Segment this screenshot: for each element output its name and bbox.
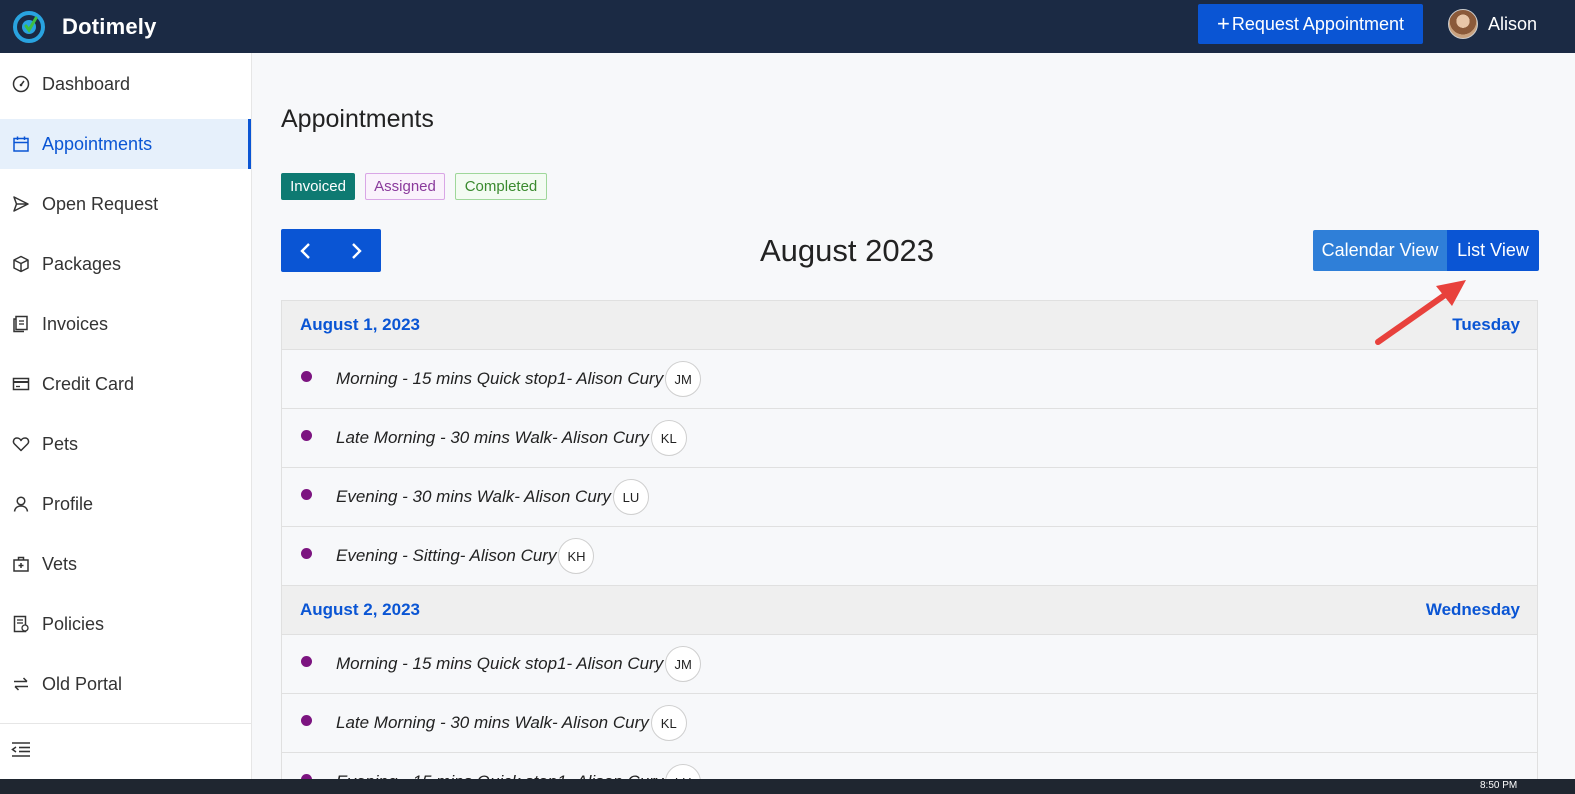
day-header: August 2, 2023 Wednesday: [282, 586, 1537, 635]
status-dot: [301, 715, 312, 726]
user-menu[interactable]: Alison: [1448, 9, 1537, 39]
staff-initials: JM: [665, 646, 702, 682]
page-title: Appointments: [281, 105, 434, 133]
chevron-right-icon: [352, 242, 362, 259]
sidebar-item-label: Old Portal: [42, 673, 123, 694]
annotation-arrow-icon: [1375, 280, 1466, 345]
staff-initials: KL: [650, 705, 687, 741]
appointment-title: Late Morning - 30 mins Walk- Alison Cury: [336, 428, 649, 447]
request-appointment-label: Request Appointment: [1231, 13, 1404, 34]
calendar-view-button[interactable]: Calendar View: [1313, 230, 1447, 271]
invoice-icon: [12, 315, 30, 333]
appointment-list: August 1, 2023 Tuesday Morning - 15 mins…: [281, 300, 1538, 794]
policy-icon: [12, 615, 30, 633]
view-toggle: Calendar View List View: [1313, 230, 1539, 271]
brand[interactable]: Dotimely: [12, 10, 157, 44]
staff-initials: LU: [612, 479, 649, 515]
appointment-title: Late Morning - 30 mins Walk- Alison Cury: [336, 713, 649, 732]
appointment-row[interactable]: Morning - 15 mins Quick stop1- Alison Cu…: [282, 350, 1537, 409]
sidebar-item-label: Open Request: [42, 193, 159, 214]
sidebar-item-open-request[interactable]: Open Request: [0, 179, 251, 229]
list-view-button[interactable]: List View: [1447, 230, 1539, 271]
sidebar-item-label: Invoices: [42, 313, 109, 334]
status-dot: [301, 656, 312, 667]
appointment-title: Evening - 30 mins Walk- Alison Cury: [336, 487, 611, 506]
logo-icon: [13, 10, 45, 43]
sidebar-item-label: Pets: [42, 433, 79, 454]
chevron-left-icon: [300, 242, 310, 259]
collapse-sidebar-icon[interactable]: [10, 739, 32, 759]
legend-assigned: Assigned: [365, 173, 445, 200]
os-taskbar: 8:50 PM: [0, 779, 1575, 794]
staff-initials: KL: [650, 420, 687, 456]
status-dot: [301, 489, 312, 500]
sidebar-item-profile[interactable]: Profile: [0, 479, 251, 529]
status-dot: [301, 430, 312, 441]
sidebar-item-pets[interactable]: Pets: [0, 419, 251, 469]
appointment-title: Evening - Sitting- Alison Cury: [336, 546, 557, 565]
send-icon: [12, 195, 30, 213]
sidebar-item-label: Dashboard: [42, 73, 131, 94]
sidebar-item-label: Profile: [42, 493, 94, 514]
staff-initials: KH: [558, 538, 595, 574]
sidebar-item-credit-card[interactable]: Credit Card: [0, 359, 251, 409]
avatar: [1448, 9, 1478, 39]
sidebar: Dashboard Appointments Open Request Pack…: [0, 53, 252, 779]
user-name: Alison: [1488, 13, 1538, 34]
sidebar-item-policies[interactable]: Policies: [0, 599, 251, 649]
user-icon: [12, 495, 30, 513]
next-month-button[interactable]: [331, 229, 381, 272]
sidebar-item-appointments[interactable]: Appointments: [0, 119, 251, 169]
heart-icon: [12, 435, 30, 453]
medical-bag-icon: [12, 555, 30, 573]
appointment-title: Morning - 15 mins Quick stop1- Alison Cu…: [336, 369, 664, 388]
sidebar-item-old-portal[interactable]: Old Portal: [0, 659, 251, 709]
sidebar-item-packages[interactable]: Packages: [0, 239, 251, 289]
credit-card-icon: [12, 375, 30, 393]
request-appointment-button[interactable]: + Request Appointment: [1198, 4, 1423, 44]
sidebar-item-invoices[interactable]: Invoices: [0, 299, 251, 349]
package-icon: [12, 255, 30, 273]
legend-invoiced: Invoiced: [281, 173, 355, 200]
app-name: Dotimely: [62, 13, 157, 39]
current-month: August 2023: [759, 233, 935, 268]
day-header: August 1, 2023 Tuesday: [282, 301, 1537, 350]
gauge-icon: [12, 75, 30, 93]
status-dot: [301, 548, 312, 559]
sidebar-item-label: Packages: [42, 253, 122, 274]
sidebar-item-label: Vets: [42, 553, 78, 574]
legend-completed: Completed: [455, 173, 547, 200]
status-dot: [301, 371, 312, 382]
taskbar-clock: 8:50 PM: [1480, 780, 1518, 791]
appointment-row[interactable]: Evening - 30 mins Walk- Alison Cury LU: [282, 468, 1537, 527]
sidebar-divider: [0, 723, 251, 724]
top-navbar: Dotimely + Request Appointment Alison: [0, 0, 1575, 53]
day-weekday: Wednesday: [1425, 600, 1520, 619]
appointment-title: Morning - 15 mins Quick stop1- Alison Cu…: [336, 654, 664, 673]
day-date: August 1, 2023: [300, 315, 420, 334]
sidebar-item-label: Policies: [42, 613, 105, 634]
appointment-row[interactable]: Late Morning - 30 mins Walk- Alison Cury…: [282, 409, 1537, 468]
sidebar-item-label: Credit Card: [42, 373, 135, 394]
staff-initials: JM: [665, 361, 702, 397]
main-content: Appointments Invoiced Assigned Completed…: [252, 53, 1575, 794]
sidebar-item-vets[interactable]: Vets: [0, 539, 251, 589]
calendar-icon: [12, 135, 30, 153]
month-navigation: [281, 229, 381, 272]
appointment-row[interactable]: Late Morning - 30 mins Walk- Alison Cury…: [282, 694, 1537, 753]
sidebar-item-label: Appointments: [42, 133, 153, 154]
previous-month-button[interactable]: [281, 229, 331, 272]
sidebar-item-dashboard[interactable]: Dashboard: [0, 59, 251, 109]
day-date: August 2, 2023: [300, 600, 420, 619]
appointment-row[interactable]: Evening - Sitting- Alison Cury KH: [282, 527, 1537, 586]
plus-icon: +: [1217, 11, 1230, 36]
appointment-row[interactable]: Morning - 15 mins Quick stop1- Alison Cu…: [282, 635, 1537, 694]
swap-icon: [12, 675, 30, 693]
